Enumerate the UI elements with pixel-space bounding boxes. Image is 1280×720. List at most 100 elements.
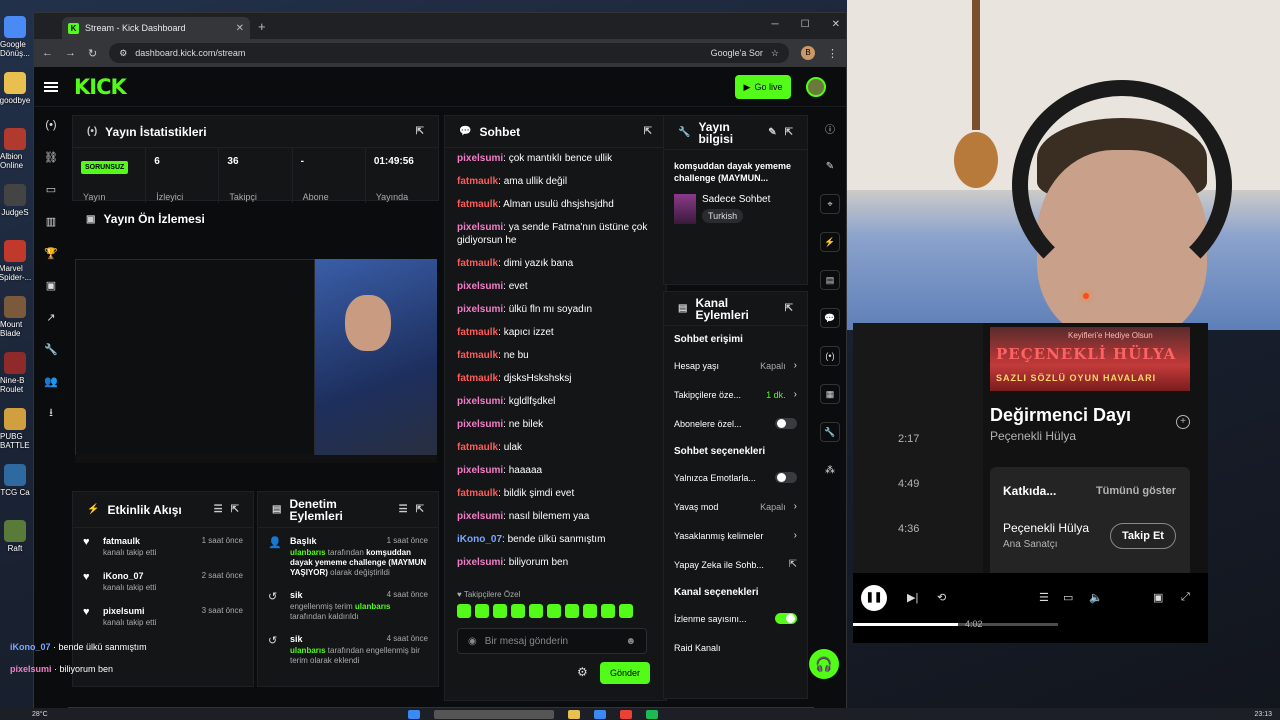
google-lens-chip[interactable]: Google'a Sor bbox=[711, 48, 763, 58]
setting-row[interactable]: Yapay Zeka ile Sohb... ⇱ bbox=[664, 550, 807, 579]
desktop-icon[interactable]: Marvel Spider-... bbox=[0, 240, 31, 284]
close-window-icon[interactable]: ✕ bbox=[832, 19, 840, 30]
chat-settings-icon[interactable]: ⚙ bbox=[577, 665, 588, 679]
chat-username[interactable]: fatmaulk bbox=[457, 488, 498, 499]
volume-icon[interactable]: 🔈 bbox=[1089, 591, 1103, 604]
setting-row[interactable]: Abonelere özel... bbox=[664, 409, 807, 438]
chat-username[interactable]: fatmaulk bbox=[457, 442, 498, 453]
bookmark-star-icon[interactable]: ☆ bbox=[771, 48, 779, 59]
tab-stream[interactable]: K Stream - Kick Dashboard ✕ bbox=[62, 17, 250, 39]
chat-username[interactable]: pixelsumi bbox=[457, 281, 503, 292]
edit-icon[interactable]: ✎ bbox=[768, 127, 776, 138]
chat-icon[interactable]: 💬 bbox=[820, 308, 840, 328]
document-icon[interactable]: ▤ bbox=[820, 270, 840, 290]
setting-row[interactable]: Yalnızca Emotlarla... bbox=[664, 463, 807, 492]
menu-icon[interactable] bbox=[44, 81, 58, 92]
users-icon[interactable]: 👥 bbox=[34, 365, 68, 397]
chat-username[interactable]: pixelsumi bbox=[457, 465, 503, 476]
back-icon[interactable]: ← bbox=[42, 47, 53, 59]
desktop-icon[interactable]: TCG Ca bbox=[0, 464, 30, 508]
toggle-switch[interactable] bbox=[775, 418, 797, 429]
chat-username[interactable]: pixelsumi bbox=[457, 511, 503, 522]
search-box[interactable] bbox=[433, 709, 554, 719]
desktop-icon[interactable]: PUBG BATTLE bbox=[0, 408, 30, 452]
setting-row[interactable]: Yavaş mod Kapalı › bbox=[664, 492, 807, 521]
expand-icon[interactable]: ⇱ bbox=[785, 303, 793, 314]
filter-icon[interactable]: ☰ bbox=[214, 504, 223, 515]
mod-user[interactable]: ulanbarıs bbox=[355, 602, 391, 611]
chat-username[interactable]: iKono_07 bbox=[457, 534, 502, 545]
broadcast-icon[interactable]: (•) bbox=[820, 346, 840, 366]
close-tab-icon[interactable]: ✕ bbox=[236, 23, 244, 34]
emote[interactable] bbox=[475, 604, 489, 618]
focus-icon[interactable]: ⌖ bbox=[820, 194, 840, 214]
repeat-icon[interactable]: ⟲ bbox=[937, 591, 946, 604]
chat-username[interactable]: pixelsumi bbox=[457, 153, 503, 164]
chart-icon[interactable]: ↗ bbox=[34, 301, 68, 333]
device-icon[interactable]: ▭ bbox=[1063, 591, 1073, 604]
emoji-icon[interactable]: ☻ bbox=[625, 636, 636, 647]
desktop-icon[interactable]: Google Dönüş... bbox=[0, 16, 30, 60]
setting-row[interactable]: Yasaklanmış kelimeler › bbox=[664, 521, 807, 550]
desktop-icon[interactable]: Mount Blade bbox=[0, 296, 30, 340]
setting-row[interactable]: Raid Kanalı bbox=[664, 633, 807, 662]
show-all-link[interactable]: Tümünü göster bbox=[1096, 485, 1176, 497]
analytics-icon[interactable]: ▥ bbox=[34, 205, 68, 237]
emote[interactable] bbox=[457, 604, 471, 618]
reload-icon[interactable]: ↻ bbox=[88, 47, 97, 60]
weather[interactable]: 28°C bbox=[32, 711, 48, 718]
link-icon[interactable]: ⛓ bbox=[34, 141, 68, 173]
edit-icon[interactable]: ✎ bbox=[814, 147, 846, 185]
activity-user[interactable]: fatmaulk bbox=[103, 536, 156, 546]
new-tab-icon[interactable]: + bbox=[258, 19, 266, 34]
emote[interactable] bbox=[511, 604, 525, 618]
queue-icon[interactable]: ☰ bbox=[1039, 591, 1049, 604]
chat-username[interactable]: fatmaulk bbox=[457, 258, 498, 269]
send-button[interactable]: Gönder bbox=[600, 662, 650, 684]
expand-icon[interactable]: ⇱ bbox=[644, 126, 652, 137]
add-icon[interactable]: + bbox=[1176, 415, 1190, 429]
stream-preview[interactable] bbox=[75, 259, 437, 463]
user-avatar[interactable] bbox=[806, 77, 826, 97]
expand-icon[interactable]: ⇱ bbox=[416, 504, 424, 515]
song-title[interactable]: Değirmenci Dayı bbox=[990, 405, 1131, 426]
pause-icon[interactable]: ❚❚ bbox=[861, 585, 887, 611]
chat-username[interactable]: pixelsumi bbox=[457, 419, 503, 430]
explorer-icon[interactable] bbox=[567, 709, 580, 719]
browser-icon[interactable]: ▭ bbox=[34, 173, 68, 205]
mod-user[interactable]: ulanbarıs bbox=[290, 548, 326, 557]
url-field[interactable]: ⚙ dashboard.kick.com/stream Google'a Sor… bbox=[109, 43, 789, 63]
apps-icon[interactable]: ⁂ bbox=[814, 451, 846, 489]
setting-row[interactable]: İzlenme sayısını... bbox=[664, 604, 807, 633]
progress-bar-played[interactable] bbox=[853, 623, 958, 626]
tools-icon[interactable]: 🔧 bbox=[820, 422, 840, 442]
chat-username[interactable]: pixelsumi bbox=[457, 557, 503, 568]
toggle-switch[interactable] bbox=[775, 472, 797, 483]
browser-menu-icon[interactable]: ⋮ bbox=[827, 47, 838, 60]
expand-icon[interactable]: ⇱ bbox=[231, 504, 239, 515]
fullscreen-icon[interactable]: ⤢ bbox=[1181, 591, 1190, 604]
setting-row[interactable]: Takipçilere öze... 1 dk. › bbox=[664, 380, 807, 409]
emote[interactable] bbox=[583, 604, 597, 618]
activity-user[interactable]: iKono_07 bbox=[103, 571, 156, 581]
filter-icon[interactable]: ☰ bbox=[399, 504, 408, 515]
emote[interactable] bbox=[601, 604, 615, 618]
chat-input[interactable]: ◉ Bir mesaj gönderin ☻ bbox=[457, 628, 647, 654]
desktop-icon[interactable]: goodbye bbox=[0, 72, 30, 116]
chat-username[interactable]: fatmaulk bbox=[457, 373, 498, 384]
moderation-icon[interactable]: ▦ bbox=[820, 384, 840, 404]
profile-avatar[interactable]: B bbox=[801, 46, 815, 60]
emote[interactable] bbox=[547, 604, 561, 618]
go-live-button[interactable]: ▶ Go live bbox=[735, 75, 791, 99]
category-name[interactable]: Sadece Sohbet bbox=[702, 194, 770, 205]
site-info-icon[interactable]: ⚙ bbox=[119, 48, 127, 59]
toggle-switch[interactable] bbox=[775, 613, 797, 624]
desktop-icon[interactable]: Nine-B Roulet bbox=[0, 352, 30, 396]
emote[interactable] bbox=[565, 604, 579, 618]
chrome-icon[interactable] bbox=[619, 709, 632, 719]
expand-icon[interactable]: ⇱ bbox=[785, 127, 793, 138]
desktop-icon[interactable]: Raft bbox=[0, 520, 30, 564]
chat-username[interactable]: fatmaulk bbox=[457, 176, 498, 187]
spotify-icon[interactable] bbox=[645, 709, 658, 719]
maximize-icon[interactable]: ☐ bbox=[801, 19, 810, 30]
